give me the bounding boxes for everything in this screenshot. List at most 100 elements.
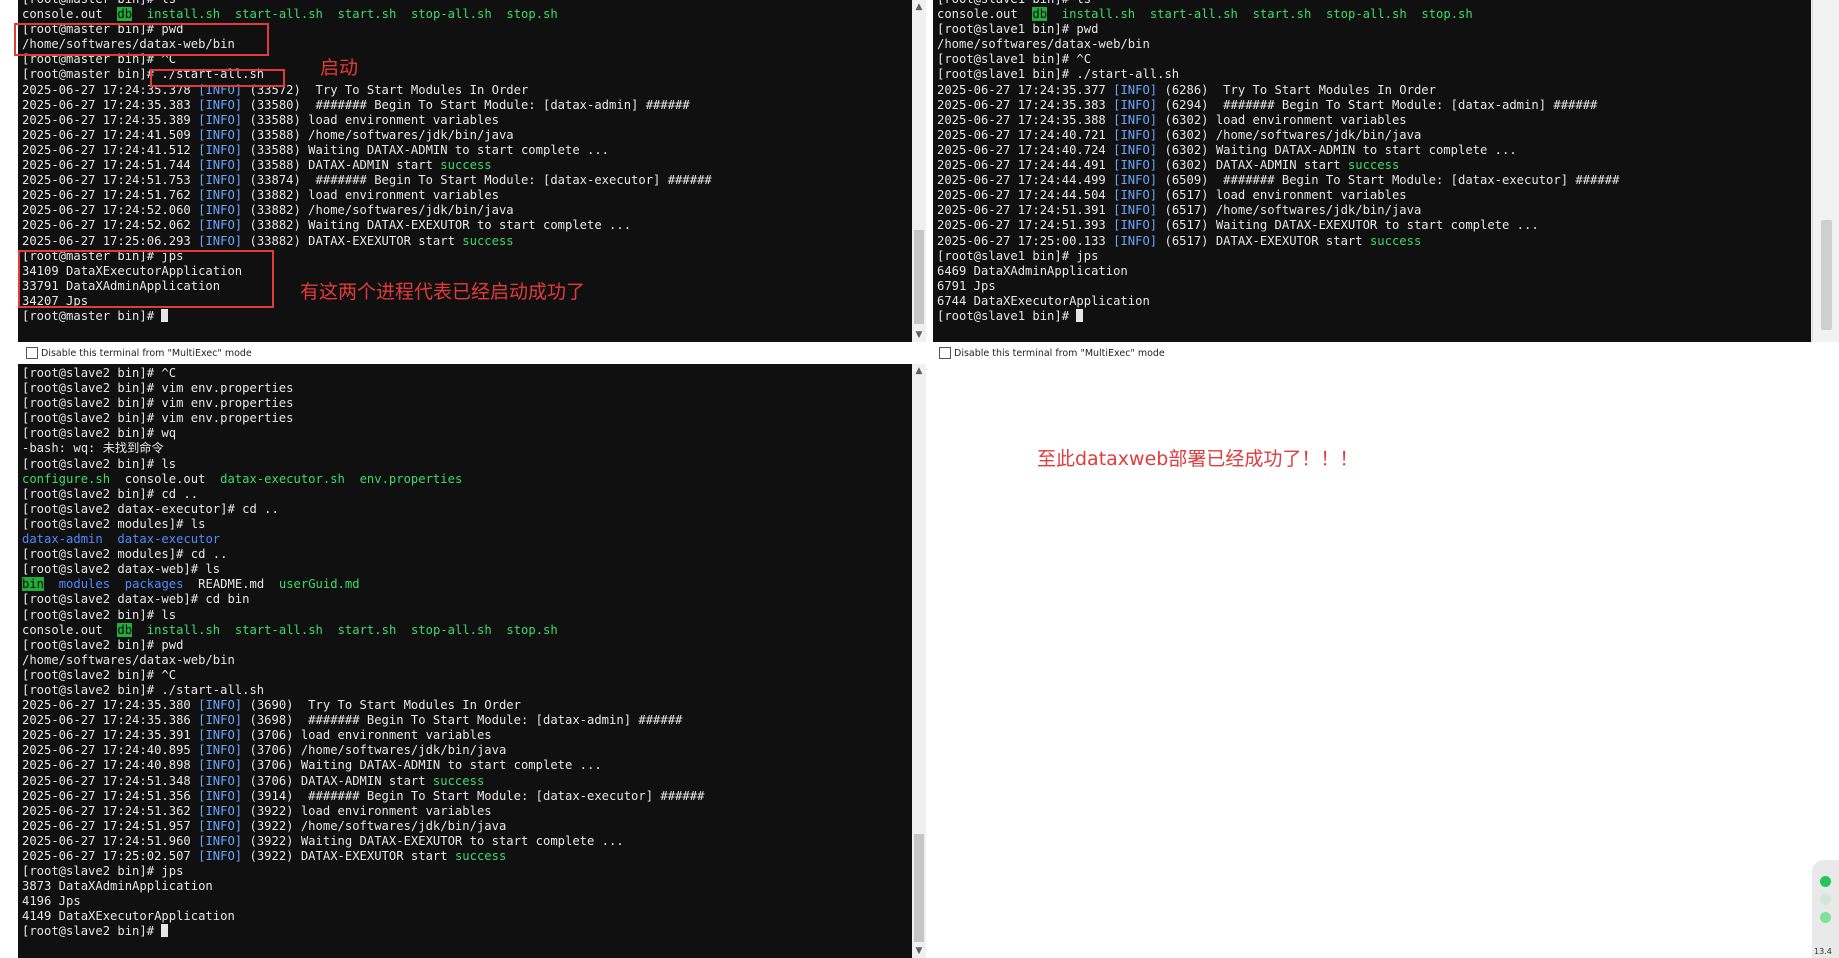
side-dock: 13.4: [1812, 860, 1839, 958]
terminal-text: 2025-06-27 17:24:51.762: [22, 188, 199, 203]
terminal-text: [INFO]: [198, 203, 243, 218]
cursor-icon: [1076, 308, 1084, 322]
terminal-slave2[interactable]: [root@slave2 bin]# ^C [root@slave2 bin]# …: [18, 364, 926, 958]
terminal-line: [root@slave2 bin]# ./start-all.sh: [22, 683, 908, 698]
terminal-text: (6517) load environment variables: [1157, 188, 1407, 203]
terminal-text: datax-executor.sh: [220, 471, 345, 486]
multiexec-toggle-slave1[interactable]: Disable this terminal from "MultiExec" m…: [939, 347, 1165, 359]
terminal-text: stop-all.sh: [410, 622, 492, 637]
scroll-up-icon[interactable]: ▲: [912, 364, 926, 378]
terminal-text: [root@slave2 bin]# pwd: [22, 637, 184, 652]
terminal-line: 2025-06-27 17:24:35.383 [INFO] (33580) #…: [22, 98, 908, 113]
terminal-text: start-all.sh: [1149, 7, 1238, 22]
terminal-slave2-scrollbar[interactable]: ▲ ▼: [912, 364, 926, 958]
terminal-text: [INFO]: [1113, 188, 1158, 203]
terminal-text: bin: [22, 577, 45, 592]
terminal-text: datax-executor: [117, 532, 221, 547]
scroll-up-icon[interactable]: ▲: [912, 0, 926, 14]
terminal-text: [root@slave1 bin]# ./start-all.sh: [937, 67, 1180, 82]
terminal-text: 2025-06-27 17:24:44.499: [937, 173, 1114, 188]
scroll-down-icon[interactable]: ▼: [912, 328, 926, 342]
terminal-line: 6791 Jps: [937, 279, 1807, 294]
terminal-text: console.out: [937, 7, 1033, 22]
status-dot-icon: [1820, 894, 1831, 905]
terminal-text: [INFO]: [1113, 203, 1158, 218]
terminal-text: [root@slave1 bin]#: [937, 308, 1077, 323]
terminal-text: (6302) DATAX-ADMIN start: [1157, 158, 1348, 173]
terminal-line: 2025-06-27 17:24:44.491 [INFO] (6302) DA…: [937, 158, 1807, 173]
terminal-text: [INFO]: [198, 158, 243, 173]
terminal-text: env.properties: [359, 471, 463, 486]
terminal-text: [INFO]: [198, 127, 243, 142]
checkbox-icon[interactable]: [26, 347, 38, 359]
terminal-text: (6517) /home/softwares/jdk/bin/java: [1157, 203, 1422, 218]
terminal-text: start.sh: [1252, 7, 1312, 22]
terminal-text: [INFO]: [198, 788, 243, 803]
terminal-line: 2025-06-27 17:24:41.512 [INFO] (33588) W…: [22, 143, 908, 158]
terminal-line: [root@slave2 bin]# ls: [22, 608, 908, 623]
terminal-line: [root@slave2 bin]#: [22, 924, 908, 939]
terminal-text: (3922) Waiting DATAX-EXEXUTOR to start c…: [242, 833, 624, 848]
terminal-line: console.out db install.sh start-all.sh s…: [22, 622, 908, 638]
highlight-box-pwd: [14, 23, 269, 56]
terminal-line: 2025-06-27 17:24:35.383 [INFO] (6294) ##…: [937, 98, 1807, 113]
terminal-text: success: [1369, 233, 1422, 248]
terminal-text: install.sh: [1061, 7, 1136, 22]
terminal-text: datax-admin: [22, 532, 103, 547]
terminal-text: [INFO]: [1113, 233, 1158, 248]
terminal-text: 2025-06-27 17:24:35.383: [937, 97, 1114, 112]
terminal-line: [root@slave1 bin]# ls: [937, 0, 1807, 7]
terminal-text: install.sh: [146, 7, 221, 22]
checkbox-icon[interactable]: [939, 347, 951, 359]
outer-scrollbar[interactable]: [1812, 0, 1839, 342]
terminal-text: [root@master bin]# ls: [22, 0, 176, 6]
terminal-text: console.out: [22, 7, 118, 22]
terminal-line: [root@slave2 bin]# vim env.properties: [22, 411, 908, 426]
terminal-master-scrollbar[interactable]: ▲ ▼: [912, 0, 926, 342]
scroll-down-icon[interactable]: ▼: [912, 944, 926, 958]
terminal-line: /home/softwares/datax-web/bin: [937, 37, 1807, 52]
terminal-text: -bash: wq: 未找到命令: [22, 441, 164, 456]
scrollbar-thumb[interactable]: [1821, 220, 1832, 330]
cursor-icon: [161, 308, 169, 322]
terminal-text: [root@slave2 bin]# vim env.properties: [22, 381, 294, 396]
scrollbar-thumb[interactable]: [914, 834, 924, 942]
terminal-line: datax-admin datax-executor: [22, 532, 908, 547]
terminal-slave1-output: [root@slave1 bin]# lsconsole.out db inst…: [937, 0, 1807, 324]
terminal-line: 2025-06-27 17:24:51.744 [INFO] (33588) D…: [22, 158, 908, 173]
terminal-line: [root@slave2 bin]# pwd: [22, 638, 908, 653]
terminal-line: [root@slave2 modules]# cd ..: [22, 547, 908, 562]
multiexec-toggle-master[interactable]: Disable this terminal from "MultiExec" m…: [26, 347, 252, 359]
terminal-text: [INFO]: [198, 97, 243, 112]
terminal-text: [root@slave2 modules]# ls: [22, 516, 206, 531]
terminal-text: [root@slave2 bin]# vim env.properties: [22, 411, 294, 426]
scrollbar-thumb[interactable]: [914, 230, 924, 324]
terminal-line: 2025-06-27 17:24:44.504 [INFO] (6517) lo…: [937, 188, 1807, 203]
terminal-text: [root@slave2 datax-executor]# cd ..: [22, 501, 279, 516]
terminal-line: 2025-06-27 17:24:44.499 [INFO] (6509) ##…: [937, 173, 1807, 188]
process-annotation: 有这两个进程代表已经启动成功了: [300, 281, 586, 303]
terminal-slave1[interactable]: [root@slave1 bin]# lsconsole.out db inst…: [933, 0, 1825, 342]
terminal-line: 2025-06-27 17:24:51.762 [INFO] (33882) l…: [22, 188, 908, 203]
terminal-line: 6744 DataXExecutorApplication: [937, 294, 1807, 309]
terminal-text: [root@slave2 bin]# ^C: [22, 366, 177, 380]
terminal-line: /home/softwares/datax-web/bin: [22, 653, 908, 668]
terminal-text: stop.sh: [506, 622, 558, 637]
terminal-line: [root@slave2 bin]# ls: [22, 457, 908, 472]
terminal-text: (33588) /home/softwares/jdk/bin/java: [242, 127, 514, 142]
terminal-line: bin modules packages README.md userGuid.…: [22, 577, 908, 592]
start-annotation: 启动: [320, 57, 359, 79]
terminal-text: success: [462, 233, 514, 248]
terminal-text: /home/softwares/datax-web/bin: [22, 652, 235, 667]
terminal-text: [INFO]: [1113, 112, 1158, 127]
terminal-text: (3706) Waiting DATAX-ADMIN to start comp…: [242, 758, 602, 773]
terminal-text: success: [1347, 158, 1400, 173]
